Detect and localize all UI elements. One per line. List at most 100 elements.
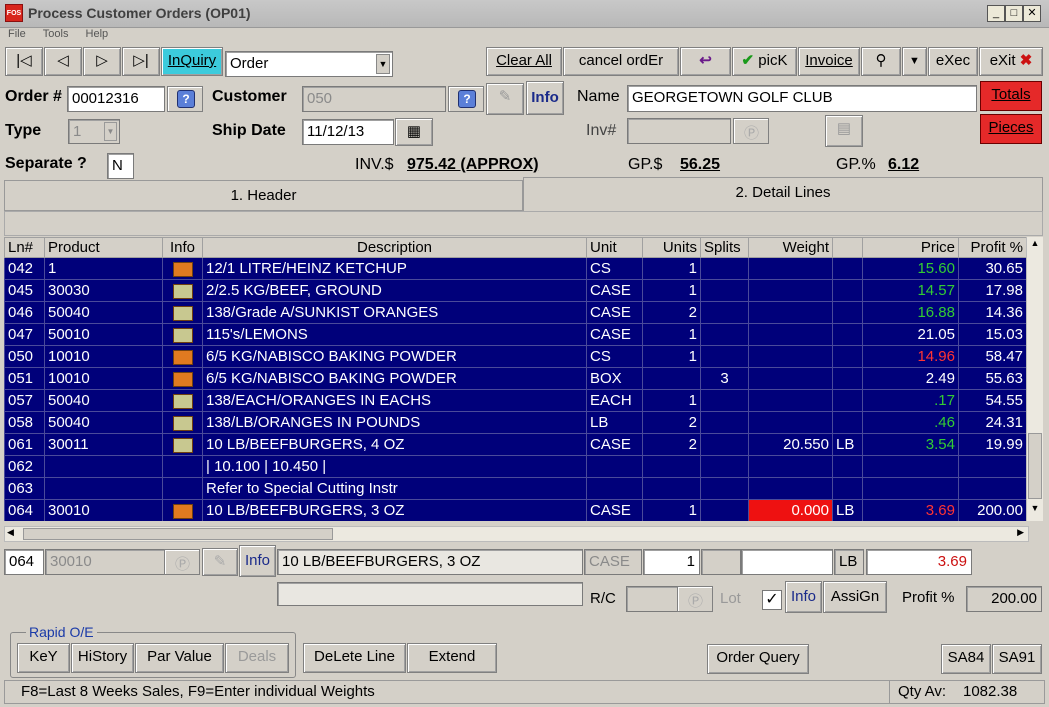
folder-icon[interactable] [172,437,193,453]
info-cell[interactable] [162,433,203,456]
product-cell[interactable]: 30011 [44,433,163,456]
ln-cell[interactable]: 050 [4,345,45,368]
column-header[interactable]: Splits [700,237,749,258]
search-button[interactable]: ⚲ [861,47,901,76]
column-header[interactable]: Ln# [4,237,45,258]
unit-cell[interactable]: CASE [586,433,643,456]
folder-icon[interactable] [172,349,193,365]
scroll-left-icon[interactable]: ◀ [7,527,14,538]
unit-cell[interactable]: CASE [586,301,643,324]
description-cell[interactable]: 6/5 KG/NABISCO BAKING POWDER [202,345,587,368]
scroll-up-icon[interactable]: ▲ [1028,238,1042,252]
folder-icon[interactable] [172,371,193,387]
edit-units-field[interactable]: 1 [643,549,700,575]
units-cell[interactable]: 2 [642,301,701,324]
weight-cell[interactable] [748,257,833,280]
table-row[interactable]: 050 10010 6/5 KG/NABISCO BAKING POWDER CS 1 1… [4,345,1027,368]
par-value-button[interactable]: Par Value [135,643,224,673]
column-header[interactable]: Info [162,237,203,258]
separate-field[interactable]: N [107,153,134,179]
calendar-button[interactable]: ▦ [395,118,433,146]
pick-button[interactable]: ✔ picK [732,47,797,76]
sa84-button[interactable]: SA84 [941,644,991,674]
description-cell[interactable]: Refer to Special Cutting Instr [202,477,587,500]
history-button[interactable]: HiStory [71,643,134,673]
units-cell[interactable]: 1 [642,257,701,280]
column-header[interactable]: Price [862,237,959,258]
folder-icon[interactable] [172,261,193,277]
description-cell[interactable]: 10 LB/BEEFBURGERS, 4 OZ [202,433,587,456]
edit-product-field[interactable]: 30010 [45,549,165,575]
product-info-button[interactable]: Info [239,545,276,577]
column-header[interactable]: Unit [586,237,643,258]
ln-cell[interactable]: 061 [4,433,45,456]
price-cell[interactable]: 15.60 [862,257,959,280]
customer-name-field[interactable]: GEORGETOWN GOLF CLUB [627,85,977,112]
weight-cell[interactable] [748,477,833,500]
profit-cell[interactable] [958,455,1027,478]
rc-lookup-button[interactable]: Ⓟ [677,586,713,612]
last-record-button[interactable]: ▷| [122,47,160,76]
product-lookup-button[interactable]: Ⓟ [164,549,200,575]
column-header[interactable]: Weight [748,237,833,258]
description-cell[interactable]: | 10.100 | 10.450 | [202,455,587,478]
scroll-thumb[interactable] [1028,433,1042,499]
prev-record-button[interactable]: ◁ [44,47,82,76]
edit-notes-field[interactable] [277,582,583,606]
grid-horizontal-scrollbar[interactable]: ◀ ▶ [4,526,1029,542]
edit-splits-field[interactable] [701,549,741,575]
profit-cell[interactable]: 55.63 [958,367,1027,390]
price-cell[interactable]: .46 [862,411,959,434]
product-cell[interactable]: 10010 [44,345,163,368]
price-cell[interactable]: .17 [862,389,959,412]
units-cell[interactable]: 1 [642,323,701,346]
weight-unit-cell[interactable] [832,301,863,324]
weight-unit-cell[interactable] [832,257,863,280]
maximize-button[interactable]: □ [1005,5,1023,22]
folder-icon[interactable] [172,327,193,343]
weight-cell[interactable] [748,345,833,368]
folder-icon[interactable] [172,393,193,409]
inv-detail-button[interactable]: ▤ [825,115,863,147]
price-cell[interactable] [862,455,959,478]
units-cell[interactable] [642,367,701,390]
inquiry-button[interactable]: InQuiry [161,47,223,76]
line-info-button[interactable]: Info [785,581,822,613]
price-cell[interactable]: 3.54 [862,433,959,456]
unit-cell[interactable] [586,455,643,478]
unit-cell[interactable]: CASE [586,323,643,346]
key-button[interactable]: KeY [17,643,70,673]
dropdown-button[interactable]: ▼ [902,47,927,76]
info-cell[interactable] [162,499,203,521]
scroll-down-icon[interactable]: ▼ [1028,503,1042,517]
product-cell[interactable]: 1 [44,257,163,280]
edit-description-field[interactable]: 10 LB/BEEFBURGERS, 3 OZ [277,549,583,575]
assign-button[interactable]: AssiGn [823,581,887,613]
product-edit-button[interactable]: ✎ [202,548,238,576]
table-row[interactable]: 064 30010 10 LB/BEEFBURGERS, 3 OZ CASE 1 0.00… [4,499,1027,521]
weight-unit-cell[interactable] [832,455,863,478]
product-cell[interactable]: 50010 [44,323,163,346]
next-record-button[interactable]: ▷ [83,47,121,76]
weight-cell[interactable] [748,279,833,302]
tab-header[interactable]: 1. Header [4,180,523,211]
price-cell[interactable]: 2.49 [862,367,959,390]
info-cell[interactable] [162,257,203,280]
edit-unit-field[interactable]: CASE [584,549,642,575]
edit-weight-field[interactable] [741,549,833,575]
close-button[interactable]: ✕ [1023,5,1041,22]
weight-cell[interactable] [748,411,833,434]
edit-price-field[interactable]: 3.69 [866,549,972,575]
order-query-button[interactable]: Order Query [707,644,809,674]
description-cell[interactable]: 12/1 LITRE/HEINZ KETCHUP [202,257,587,280]
clear-all-button[interactable]: Clear All [486,47,562,76]
description-cell[interactable]: 6/5 KG/NABISCO BAKING POWDER [202,367,587,390]
weight-cell[interactable] [748,455,833,478]
info-cell[interactable] [162,389,203,412]
profit-cell[interactable]: 58.47 [958,345,1027,368]
description-cell[interactable]: 138/Grade A/SUNKIST ORANGES [202,301,587,324]
menu-help[interactable]: Help [86,28,109,40]
unit-cell[interactable]: EACH [586,389,643,412]
info-cell[interactable] [162,279,203,302]
splits-cell[interactable] [700,433,749,456]
